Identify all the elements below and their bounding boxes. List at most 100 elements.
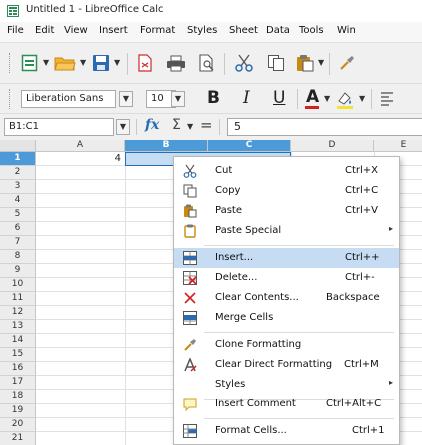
function-wizard-button[interactable]: fx <box>145 117 159 133</box>
standard-toolbar: ▼ ▼ ▼ ▼ <box>0 43 422 84</box>
print-icon[interactable] <box>166 55 186 72</box>
menu-data[interactable]: Data <box>266 25 290 36</box>
menu-file[interactable]: File <box>7 25 24 36</box>
menu-item-clear-contents[interactable]: Clear Contents... Backspace <box>174 288 399 308</box>
cell-context-menu: Cut Ctrl+X Copy Ctrl+C Paste Ctrl+V Past… <box>173 156 400 445</box>
save-icon[interactable] <box>92 54 110 72</box>
menu-format[interactable]: Format <box>140 25 175 36</box>
row-header-4[interactable]: 4 <box>0 194 36 208</box>
menu-item-insert-comment[interactable]: Insert Comment Ctrl+Alt+C <box>174 394 399 414</box>
row-header-16[interactable]: 16 <box>0 362 36 376</box>
row-header-13[interactable]: 13 <box>0 320 36 334</box>
open-dropdown-chevron-icon[interactable]: ▼ <box>80 58 86 67</box>
cut-scissors-icon[interactable] <box>235 54 253 72</box>
menu-item-paste[interactable]: Paste Ctrl+V <box>174 201 399 221</box>
export-pdf-icon[interactable] <box>137 54 153 72</box>
clone-formatting-icon[interactable] <box>338 54 356 72</box>
save-dropdown-chevron-icon[interactable]: ▼ <box>114 58 120 67</box>
font-size-chevron-icon[interactable]: ▼ <box>171 91 185 107</box>
copy-icon[interactable] <box>267 54 285 72</box>
underline-button[interactable]: U <box>273 88 285 108</box>
row-header-11[interactable]: 11 <box>0 292 36 306</box>
highlighting-color-icon[interactable] <box>335 89 355 109</box>
open-folder-icon[interactable] <box>54 55 76 71</box>
row-header-9[interactable]: 9 <box>0 264 36 278</box>
formatting-toolbar: Liberation Sans ▼ 10 ▼ B I U A ▼ ▼ <box>0 84 422 114</box>
row-header-2[interactable]: 2 <box>0 166 36 180</box>
row-header-20[interactable]: 20 <box>0 418 36 432</box>
paste-dropdown-chevron-icon[interactable]: ▼ <box>318 58 324 67</box>
font-name-box[interactable]: Liberation Sans <box>21 90 116 108</box>
print-preview-icon[interactable] <box>198 54 216 72</box>
row-header-3[interactable]: 3 <box>0 180 36 194</box>
sum-button[interactable]: Σ <box>172 117 181 133</box>
row-header-19[interactable]: 19 <box>0 404 36 418</box>
menu-item-label: Styles <box>215 379 246 390</box>
row-header-14[interactable]: 14 <box>0 334 36 348</box>
submenu-arrow-icon: ▸ <box>388 378 393 387</box>
cell-a1[interactable]: 4 <box>36 152 121 166</box>
formula-equals-button[interactable]: = <box>200 116 213 134</box>
bold-button[interactable]: B <box>207 88 220 108</box>
menu-item-shortcut: Ctrl+X <box>345 165 379 176</box>
toolbar-grip[interactable] <box>9 89 13 109</box>
formula-bar: B1:C1 ▼ fx Σ ▼ = 5 <box>0 114 422 141</box>
highlight-dropdown-chevron-icon[interactable]: ▼ <box>359 94 365 103</box>
menu-edit[interactable]: Edit <box>35 25 54 36</box>
menu-item-label: Insert... <box>215 252 254 263</box>
menu-item-shortcut: Ctrl+M <box>344 359 379 370</box>
new-spreadsheet-icon[interactable] <box>21 54 38 72</box>
menu-item-styles[interactable]: Styles ▸ <box>174 375 399 395</box>
menu-view[interactable]: View <box>64 25 88 36</box>
calc-app-icon <box>7 5 19 17</box>
menu-item-merge-cells[interactable]: Merge Cells <box>174 308 399 328</box>
column-header-d[interactable]: D <box>291 140 374 152</box>
menu-item-copy[interactable]: Copy Ctrl+C <box>174 181 399 201</box>
paste-icon[interactable] <box>296 54 314 72</box>
column-header-e[interactable]: E <box>374 140 422 152</box>
menu-item-format-cells[interactable]: Format Cells... Ctrl+1 <box>174 421 399 441</box>
column-header-b[interactable]: B <box>125 140 208 152</box>
font-name-chevron-icon[interactable]: ▼ <box>119 91 133 107</box>
menu-item-shortcut: Ctrl+- <box>345 272 375 283</box>
font-color-button[interactable]: A <box>306 87 319 107</box>
row-header-10[interactable]: 10 <box>0 278 36 292</box>
align-left-icon[interactable] <box>380 91 394 107</box>
row-header-15[interactable]: 15 <box>0 348 36 362</box>
new-dropdown-chevron-icon[interactable]: ▼ <box>43 58 49 67</box>
row-header-8[interactable]: 8 <box>0 250 36 264</box>
select-all-corner[interactable] <box>0 140 36 152</box>
font-color-dropdown-chevron-icon[interactable]: ▼ <box>324 94 330 103</box>
menu-item-cut[interactable]: Cut Ctrl+X <box>174 161 399 181</box>
row-header-21[interactable]: 21 <box>0 432 36 445</box>
menu-item-paste-special[interactable]: Paste Special ▸ <box>174 221 399 241</box>
column-header-c[interactable]: C <box>208 140 291 152</box>
menu-window[interactable]: Win <box>337 25 356 36</box>
sum-dropdown-chevron-icon[interactable]: ▼ <box>187 122 193 131</box>
column-header-a[interactable]: A <box>36 140 125 152</box>
toolbar-grip[interactable] <box>9 53 13 73</box>
menu-tools[interactable]: Tools <box>299 25 324 36</box>
menu-sheet[interactable]: Sheet <box>229 25 258 36</box>
comment-icon <box>183 398 197 411</box>
row-header-6[interactable]: 6 <box>0 222 36 236</box>
row-header-18[interactable]: 18 <box>0 390 36 404</box>
menu-styles[interactable]: Styles <box>187 25 217 36</box>
menu-item-shortcut: Backspace <box>326 292 380 303</box>
formula-input[interactable]: 5 <box>227 118 422 136</box>
row-header-7[interactable]: 7 <box>0 236 36 250</box>
name-box[interactable]: B1:C1 <box>4 118 114 136</box>
menu-insert[interactable]: Insert <box>99 25 128 36</box>
row-header-17[interactable]: 17 <box>0 376 36 390</box>
name-box-chevron-icon[interactable]: ▼ <box>116 119 130 135</box>
italic-button[interactable]: I <box>243 88 250 108</box>
menu-item-clear-direct-formatting[interactable]: Clear Direct Formatting Ctrl+M <box>174 355 399 375</box>
menu-item-label: Copy <box>215 185 241 196</box>
row-header-12[interactable]: 12 <box>0 306 36 320</box>
menu-item-insert[interactable]: Insert... Ctrl++ <box>174 248 399 268</box>
menu-item-delete[interactable]: Delete... Ctrl+- <box>174 268 399 288</box>
row-header-5[interactable]: 5 <box>0 208 36 222</box>
row-header-1[interactable]: 1 <box>0 152 36 166</box>
menu-item-clone-formatting[interactable]: Clone Formatting <box>174 335 399 355</box>
toolbar-separator <box>136 119 137 135</box>
